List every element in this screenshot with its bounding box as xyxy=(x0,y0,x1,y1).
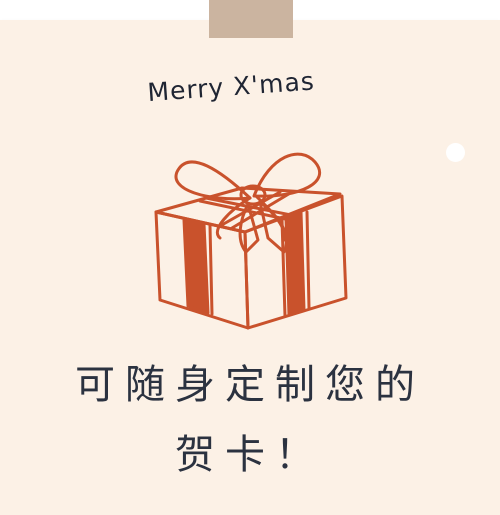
message-line-2: 贺卡！ xyxy=(175,432,325,478)
tape-strip xyxy=(209,0,293,38)
gift-box-icon xyxy=(150,140,355,330)
pin-hole xyxy=(446,143,465,162)
message-line-1: 可随身定制您的 xyxy=(75,362,425,408)
